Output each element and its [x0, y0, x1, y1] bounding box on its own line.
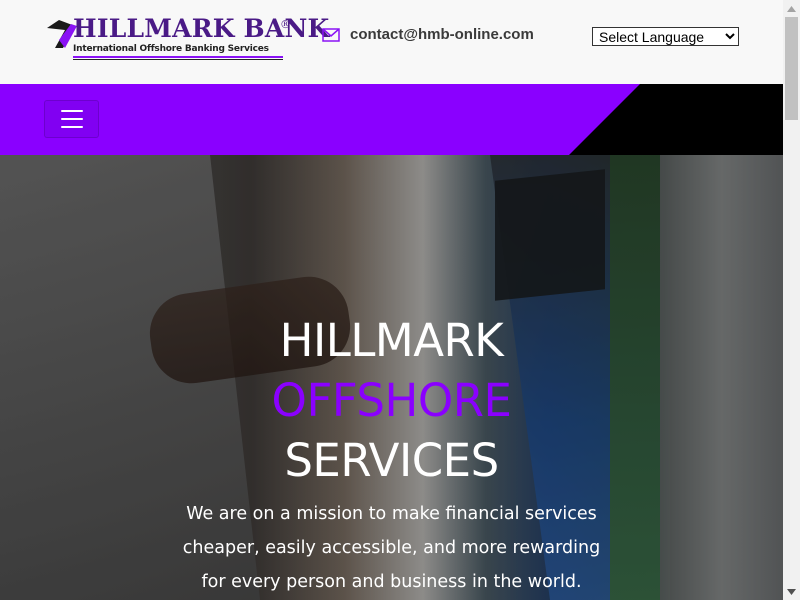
contact-email-text: contact@hmb-online.com [350, 26, 534, 43]
logo-registered-mark: ® [280, 18, 291, 31]
hamburger-menu-icon [60, 110, 83, 112]
scrollbar-thumb[interactable] [785, 17, 798, 120]
envelope-icon [322, 27, 340, 42]
logo-subtitle: International Offshore Banking Services [73, 44, 269, 54]
logo-underline-accent [73, 56, 283, 58]
hero-heading-line-2: OFFSHORE [271, 374, 512, 427]
hamburger-menu-icon [60, 118, 83, 120]
nav-purple-band [0, 84, 640, 155]
navigation-bar [0, 84, 783, 155]
top-bar: HILLMARK BANK ® International Offshore B… [0, 0, 783, 84]
hero-content: HILLMARK OFFSHORE SERVICES We are on a m… [0, 155, 783, 600]
logo-underline [73, 59, 283, 60]
language-select[interactable]: Select Language [592, 27, 739, 46]
contact-email[interactable]: contact@hmb-online.com [322, 26, 534, 43]
page-scrollbar[interactable] [783, 0, 800, 600]
scroll-down-button[interactable] [783, 583, 800, 600]
hamburger-menu-button[interactable] [44, 100, 99, 138]
site-logo[interactable]: HILLMARK BANK ® International Offshore B… [45, 14, 329, 62]
hero-tagline: We are on a mission to make financial se… [182, 504, 601, 592]
hero-heading-line-3: SERVICES [284, 434, 499, 487]
scroll-up-button[interactable] [783, 0, 800, 17]
hero-heading-line-1: HILLMARK [279, 314, 504, 367]
hamburger-menu-icon [60, 126, 83, 128]
chevron-down-icon [787, 588, 796, 595]
chevron-up-icon [787, 5, 796, 12]
